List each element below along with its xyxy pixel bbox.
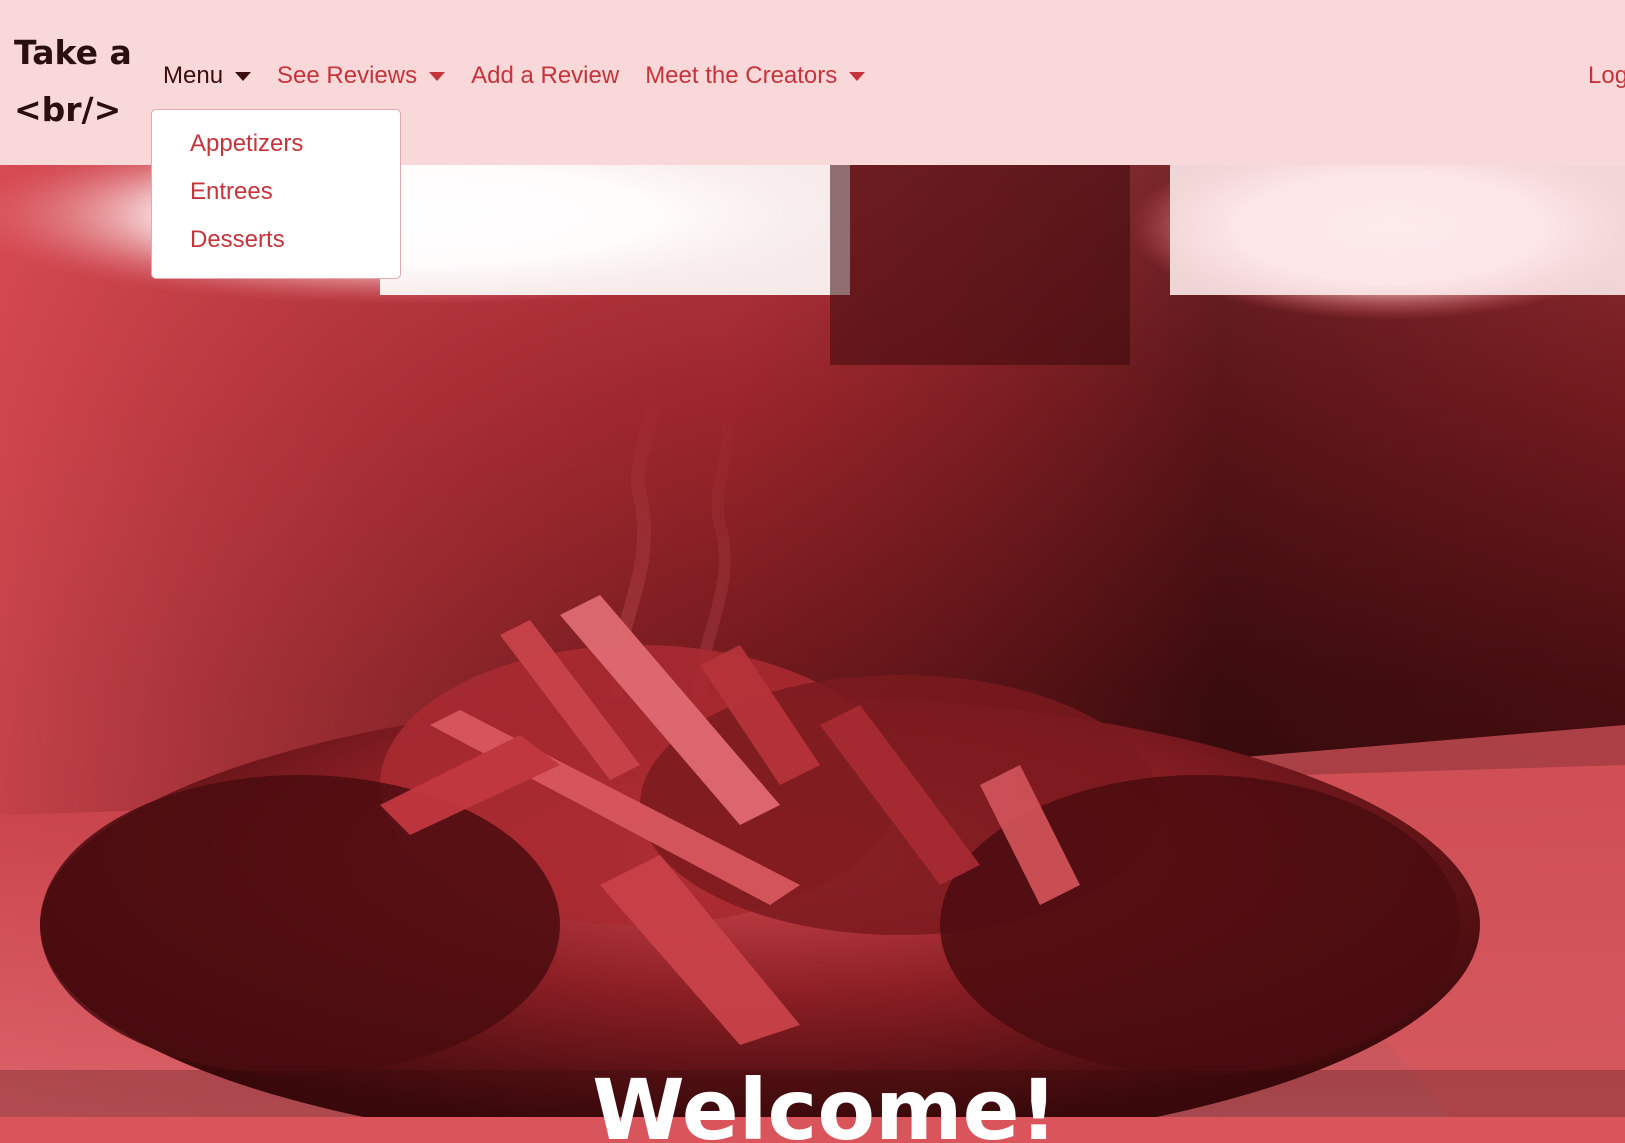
hero-heading: Welcome! [592,1061,1058,1143]
caret-down-icon [849,71,866,81]
caret-down-icon [235,71,252,81]
hero-image [0,165,1625,1117]
nav-item-login[interactable]: Log [1588,56,1625,96]
nav-item-label: Meet the Creators [645,62,838,89]
brand-line-1: Take a [14,33,132,72]
nav-item-meet-creators[interactable]: Meet the Creators [645,62,866,90]
nav-item-add-review[interactable]: Add a Review [471,62,619,90]
nav-links: Menu See Reviews Add a Review Meet the C… [163,56,891,96]
brand-logo[interactable]: Take a <br/> [14,24,134,138]
nav-item-label: See Reviews [277,62,418,89]
caret-down-icon [429,71,446,81]
menu-dropdown: Appetizers Entrees Desserts [151,109,401,279]
dropdown-item-entrees[interactable]: Entrees [190,178,273,206]
nav-item-label: Menu [163,62,224,89]
nav-item-see-reviews[interactable]: See Reviews [277,62,446,90]
nav-item-menu[interactable]: Menu [163,62,252,90]
page: Take a <br/> Menu See Reviews Add a Revi… [0,0,1625,1143]
dropdown-item-desserts[interactable]: Desserts [190,226,285,254]
brand-line-2: <br/> [14,90,122,129]
nav-item-label: Add a Review [471,62,620,89]
hero-food-photo [0,165,1625,1117]
dropdown-item-appetizers[interactable]: Appetizers [190,130,303,158]
